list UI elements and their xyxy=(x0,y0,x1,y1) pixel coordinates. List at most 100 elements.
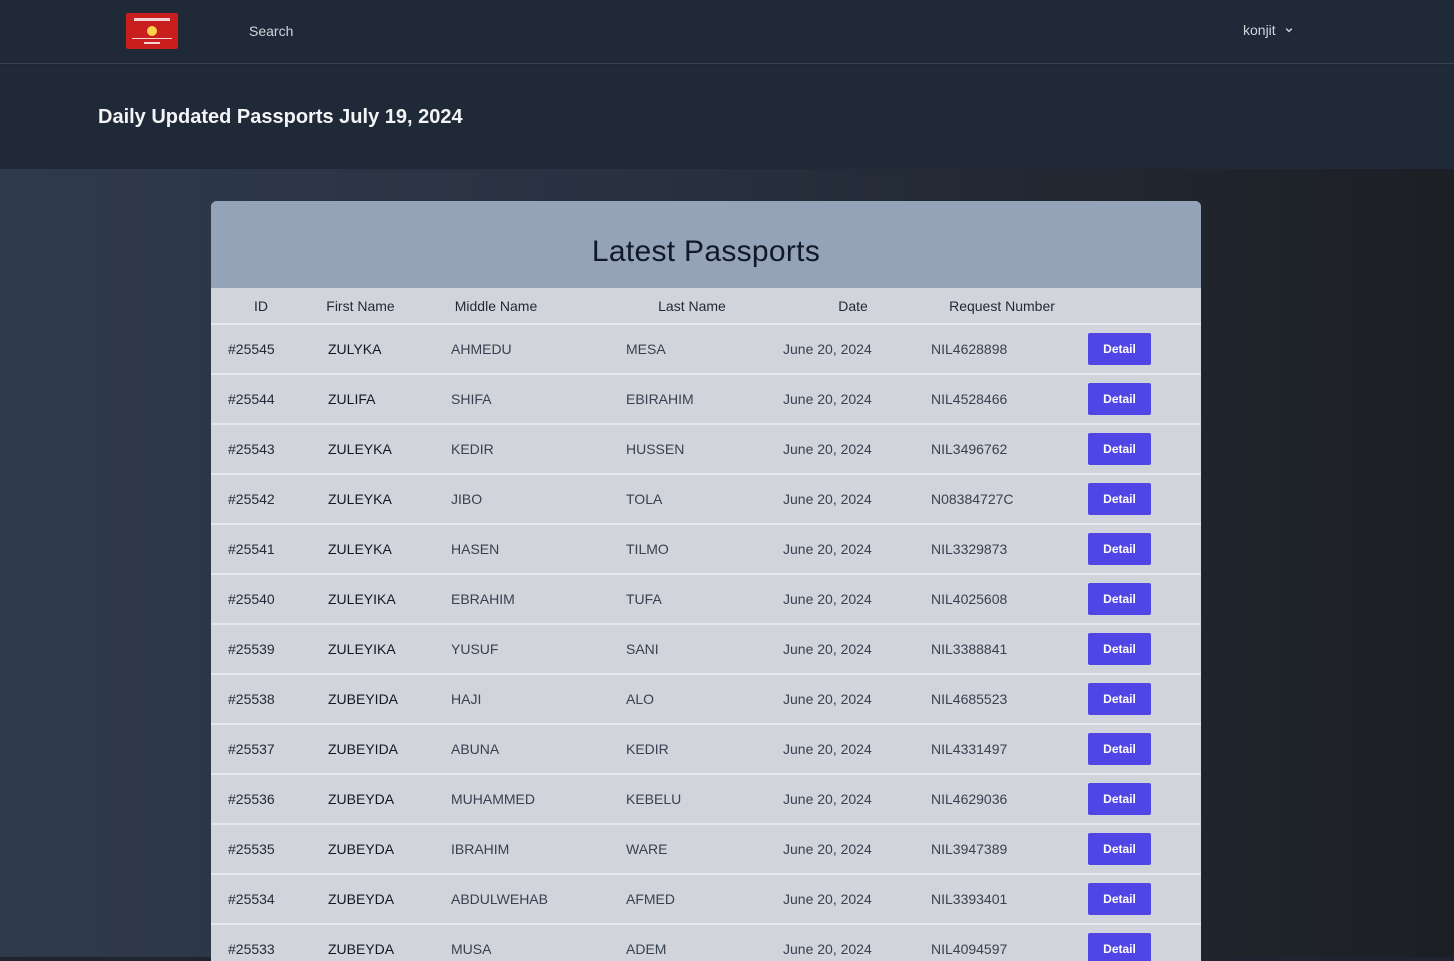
table-row: #25537 ZUBEYIDA ABUNA KEDIR June 20, 2024 NIL… xyxy=(211,724,1201,774)
cell-last-name: TUFA xyxy=(626,591,662,607)
top-navbar: Search konjit xyxy=(0,0,1454,64)
detail-button[interactable]: Detail xyxy=(1088,733,1151,765)
col-middle-name-header: Middle Name xyxy=(434,288,610,325)
cell-middle-name: HAJI xyxy=(451,691,482,707)
cell-last-name: SANI xyxy=(626,641,659,657)
cell-middle-name: IBRAHIM xyxy=(451,841,510,857)
col-actions-header xyxy=(1085,288,1201,325)
cell-actions: Detail xyxy=(1085,624,1201,674)
cell-request-number: NIL4685523 xyxy=(931,691,1008,707)
detail-button[interactable]: Detail xyxy=(1088,883,1151,915)
cell-middle-name: ABDULWEHAB xyxy=(451,891,548,907)
cell-first-name: ZUBEYDA xyxy=(328,791,395,807)
cell-id: #25539 xyxy=(228,641,275,657)
table-row: #25542 ZULEYKA JIBO TOLA June 20, 2024 N08384… xyxy=(211,474,1201,524)
cell-actions: Detail xyxy=(1085,824,1201,874)
cell-middle-name: AHMEDU xyxy=(451,341,512,357)
table-row: #25538 ZUBEYIDA HAJI ALO June 20, 2024 NIL468… xyxy=(211,674,1201,724)
cell-last-name: ALO xyxy=(626,691,655,707)
cell-request-number: NIL3329873 xyxy=(931,541,1008,557)
cell-first-name: ZUBEYDA xyxy=(328,841,395,857)
detail-button[interactable]: Detail xyxy=(1088,533,1151,565)
cell-middle-name: ABUNA xyxy=(451,741,500,757)
app-logo[interactable] xyxy=(126,13,178,49)
cell-request-number: NIL4331497 xyxy=(931,741,1008,757)
cell-id: #25545 xyxy=(228,341,275,357)
col-last-name-header: Last Name xyxy=(610,288,767,325)
main-content: Latest Passports ID First Name Middle Name… xyxy=(0,169,1454,961)
table-row: #25535 ZUBEYDA IBRAHIM WARE June 20, 2024 NIL… xyxy=(211,824,1201,874)
cell-first-name: ZUBEYIDA xyxy=(328,741,399,757)
cell-id: #25542 xyxy=(228,491,275,507)
detail-button[interactable]: Detail xyxy=(1088,633,1151,665)
cell-first-name: ZULEYIKA xyxy=(328,641,396,657)
detail-button[interactable]: Detail xyxy=(1088,483,1151,515)
cell-middle-name: SHIFA xyxy=(451,391,492,407)
cell-middle-name: JIBO xyxy=(451,491,483,507)
col-request-number-header: Request Number xyxy=(915,288,1085,325)
cell-actions: Detail xyxy=(1085,424,1201,474)
logo-emblem-icon xyxy=(147,26,157,36)
cell-id: #25533 xyxy=(228,941,275,957)
table-row: #25545 ZULYKA AHMEDU MESA June 20, 2024 NIL46… xyxy=(211,324,1201,374)
cell-actions: Detail xyxy=(1085,474,1201,524)
detail-button[interactable]: Detail xyxy=(1088,383,1151,415)
table-row: #25540 ZULEYIKA EBRAHIM TUFA June 20, 2024 NI… xyxy=(211,574,1201,624)
table-row: #25536 ZUBEYDA MUHAMMED KEBELU June 20, 2024… xyxy=(211,774,1201,824)
cell-first-name: ZULEYIKA xyxy=(328,591,396,607)
cell-date: June 20, 2024 xyxy=(783,541,872,557)
detail-button[interactable]: Detail xyxy=(1088,683,1151,715)
cell-id: #25543 xyxy=(228,441,275,457)
cell-request-number: NIL4528466 xyxy=(931,391,1008,407)
cell-date: June 20, 2024 xyxy=(783,941,872,957)
page-header: Daily Updated Passports July 19, 2024 xyxy=(0,65,1454,169)
detail-button[interactable]: Detail xyxy=(1088,333,1151,365)
table-body: #25545 ZULYKA AHMEDU MESA June 20, 2024 NIL46… xyxy=(211,324,1201,961)
card-header: Latest Passports xyxy=(211,201,1201,288)
table-row: #25543 ZULEYKA KEDIR HUSSEN June 20, 2024 NIL… xyxy=(211,424,1201,474)
cell-middle-name: YUSUF xyxy=(451,641,499,657)
table-row: #25539 ZULEYIKA YUSUF SANI June 20, 2024 NIL3… xyxy=(211,624,1201,674)
cell-last-name: EBIRAHIM xyxy=(626,391,694,407)
detail-button[interactable]: Detail xyxy=(1088,833,1151,865)
cell-date: June 20, 2024 xyxy=(783,891,872,907)
cell-id: #25534 xyxy=(228,891,275,907)
detail-button[interactable]: Detail xyxy=(1088,433,1151,465)
user-menu-dropdown[interactable]: konjit xyxy=(1243,21,1296,39)
cell-request-number: NIL4025608 xyxy=(931,591,1008,607)
cell-actions: Detail xyxy=(1085,724,1201,774)
cell-date: June 20, 2024 xyxy=(783,641,872,657)
table-row: #25534 ZUBEYDA ABDULWEHAB AFMED June 20, 202… xyxy=(211,874,1201,924)
cell-last-name: TOLA xyxy=(626,491,663,507)
cell-id: #25540 xyxy=(228,591,275,607)
detail-button[interactable]: Detail xyxy=(1088,583,1151,615)
cell-id: #25544 xyxy=(228,391,275,407)
cell-date: June 20, 2024 xyxy=(783,391,872,407)
cell-actions: Detail xyxy=(1085,674,1201,724)
cell-middle-name: HASEN xyxy=(451,541,500,557)
cell-middle-name: MUHAMMED xyxy=(451,791,535,807)
cell-request-number: N08384727C xyxy=(931,491,1014,507)
cell-date: June 20, 2024 xyxy=(783,341,872,357)
cell-date: June 20, 2024 xyxy=(783,591,872,607)
detail-button[interactable]: Detail xyxy=(1088,783,1151,815)
cell-last-name: MESA xyxy=(626,341,666,357)
cell-id: #25536 xyxy=(228,791,275,807)
cell-date: June 20, 2024 xyxy=(783,791,872,807)
username-label: konjit xyxy=(1243,22,1276,38)
cell-actions: Detail xyxy=(1085,874,1201,924)
cell-date: June 20, 2024 xyxy=(783,491,872,507)
cell-actions: Detail xyxy=(1085,774,1201,824)
nav-search-link[interactable]: Search xyxy=(249,22,293,40)
cell-request-number: NIL3496762 xyxy=(931,441,1008,457)
col-date-header: Date xyxy=(767,288,915,325)
cell-first-name: ZULIFA xyxy=(328,391,376,407)
cell-request-number: NIL3947389 xyxy=(931,841,1008,857)
cell-first-name: ZULYKA xyxy=(328,341,382,357)
cell-id: #25535 xyxy=(228,841,275,857)
cell-last-name: AFMED xyxy=(626,891,675,907)
logo-rule xyxy=(132,38,172,39)
cell-date: June 20, 2024 xyxy=(783,691,872,707)
cell-date: June 20, 2024 xyxy=(783,441,872,457)
cell-request-number: NIL3388841 xyxy=(931,641,1008,657)
